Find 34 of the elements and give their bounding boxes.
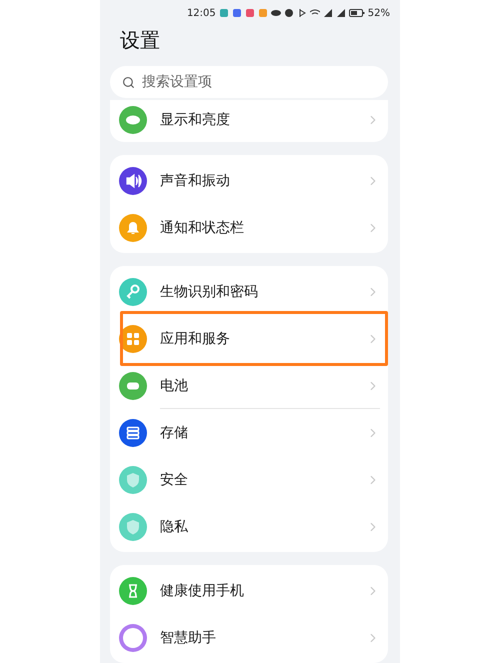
- settings-item[interactable]: 显示和亮度: [110, 100, 388, 140]
- item-label: 显示和亮度: [160, 111, 231, 129]
- settings-item[interactable]: 应用和服务: [110, 315, 388, 362]
- item-label: 生物识别和密码: [160, 282, 259, 300]
- status-time: 12:05: [186, 8, 216, 18]
- settings-item[interactable]: 健康使用手机: [110, 567, 388, 614]
- item-label: 声音和振动: [160, 172, 231, 190]
- settings-item[interactable]: 声音和振动: [110, 157, 388, 204]
- item-label: 智慧助手: [160, 628, 217, 646]
- signal-icon: [322, 8, 333, 18]
- item-label: 健康使用手机: [160, 582, 245, 600]
- page-title: 设置: [119, 27, 161, 54]
- battery-icon: [348, 8, 365, 18]
- settings-item[interactable]: 安全: [110, 456, 388, 503]
- settings-item[interactable]: 存储: [110, 409, 388, 456]
- app-notification-icon: [244, 8, 255, 18]
- app-notification-icon: [258, 8, 268, 18]
- settings-item[interactable]: 电池: [110, 362, 388, 409]
- item-label: 通知和状态栏: [160, 218, 245, 236]
- app-notification-icon: [232, 8, 242, 18]
- item-label: 电池: [160, 376, 189, 394]
- item-label: 安全: [160, 470, 189, 488]
- item-label: 隐私: [160, 518, 189, 536]
- app-notification-icon: [218, 8, 229, 18]
- settings-item[interactable]: 通知和状态栏: [110, 204, 388, 251]
- item-label: 应用和服务: [160, 330, 231, 348]
- settings-item[interactable]: 智慧助手: [110, 614, 388, 661]
- battery-percent: 52%: [368, 8, 390, 18]
- search-field[interactable]: 搜索设置项: [110, 66, 388, 98]
- item-label: 存储: [160, 424, 189, 442]
- settings-item[interactable]: 隐私: [110, 503, 388, 550]
- signal-icon: [336, 8, 346, 18]
- settings-item[interactable]: 生物识别和密码: [110, 268, 388, 315]
- search-icon: [122, 76, 135, 89]
